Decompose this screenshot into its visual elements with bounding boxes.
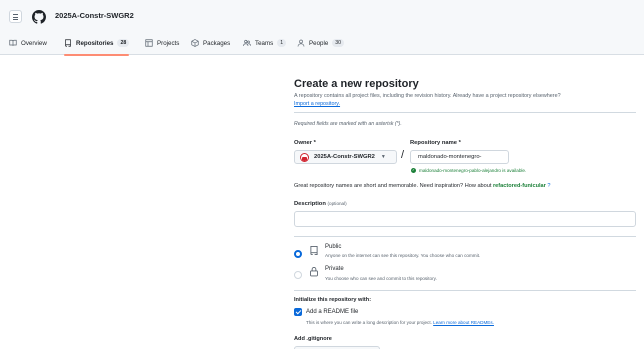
description-label: Description (optional) bbox=[294, 201, 347, 207]
add-readme-label[interactable]: Add a README file bbox=[306, 309, 358, 315]
description-input[interactable] bbox=[294, 211, 636, 227]
divider bbox=[294, 112, 636, 113]
owner-value: 2025A-Constr-SWGR2 bbox=[314, 154, 375, 160]
package-icon bbox=[191, 39, 199, 47]
repo-name-label: Repository name * bbox=[410, 140, 461, 146]
name-suggestion-hint: Great repository names are short and mem… bbox=[294, 183, 551, 189]
import-repository-link[interactable]: Import a repository. bbox=[294, 101, 340, 107]
suggested-name-link[interactable]: refactored-funicular bbox=[493, 183, 546, 189]
lock-icon bbox=[310, 267, 318, 277]
hint-suffix: ? bbox=[547, 183, 551, 189]
page-title: Create a new repository bbox=[294, 78, 419, 90]
gitignore-title: Add .gitignore bbox=[294, 336, 332, 342]
table-icon bbox=[145, 39, 153, 47]
owner-select[interactable]: 2025A-Constr-SWGR2 ▼ bbox=[294, 150, 397, 164]
public-description: Anyone on the internet can see this repo… bbox=[325, 253, 481, 258]
github-logo-icon[interactable] bbox=[32, 10, 46, 24]
tab-label: People bbox=[309, 39, 329, 47]
required-fields-note: Required fields are marked with an aster… bbox=[294, 121, 402, 127]
learn-readme-link[interactable]: Learn more about READMEs. bbox=[433, 320, 494, 325]
tab-teams[interactable]: Teams 1 bbox=[243, 31, 287, 55]
org-name[interactable]: 2025A-Constr-SWGR2 bbox=[55, 11, 134, 20]
repositories-count: 28 bbox=[117, 39, 130, 47]
private-radio[interactable] bbox=[294, 271, 302, 279]
public-title: Public bbox=[325, 244, 342, 250]
person-icon bbox=[297, 39, 305, 47]
readme-description-text: This is where you can write a long descr… bbox=[306, 320, 432, 325]
repo-name-input[interactable] bbox=[410, 150, 509, 164]
private-title: Private bbox=[325, 266, 344, 272]
tab-label: Packages bbox=[203, 39, 231, 47]
page-description: A repository contains all project files,… bbox=[294, 93, 561, 99]
hamburger-menu-icon[interactable] bbox=[9, 10, 22, 23]
check-circle-icon: ✓ bbox=[411, 168, 416, 173]
public-radio[interactable] bbox=[294, 250, 302, 258]
availability-text: maldonado-montenegro-pablo-alejandro is … bbox=[419, 168, 527, 173]
availability-message: ✓ maldonado-montenegro-pablo-alejandro i… bbox=[411, 168, 526, 173]
book-icon bbox=[9, 39, 17, 46]
optional-tag: (optional) bbox=[327, 201, 347, 206]
tab-label: Overview bbox=[21, 39, 47, 47]
tab-projects[interactable]: Projects bbox=[145, 31, 179, 55]
teams-count: 1 bbox=[277, 39, 287, 47]
repo-icon bbox=[65, 39, 71, 47]
owner-repo-separator: / bbox=[401, 149, 405, 161]
tab-repositories[interactable]: Repositories 28 bbox=[64, 31, 130, 56]
tab-label: Repositories bbox=[76, 39, 114, 47]
readme-description: This is where you can write a long descr… bbox=[306, 320, 494, 325]
hint-text: Great repository names are short and mem… bbox=[294, 183, 492, 189]
owner-avatar bbox=[300, 152, 309, 162]
divider bbox=[294, 290, 636, 291]
tab-overview[interactable]: Overview bbox=[9, 31, 47, 55]
private-description: You choose who can see and commit to thi… bbox=[325, 276, 437, 281]
chevron-down-icon: ▼ bbox=[380, 154, 386, 160]
top-bar: 2025A-Constr-SWGR2 bbox=[0, 0, 644, 31]
divider bbox=[294, 236, 636, 237]
people-icon bbox=[243, 39, 251, 47]
owner-label: Owner * bbox=[294, 140, 316, 146]
tab-label: Projects bbox=[157, 39, 180, 47]
org-nav: Overview Repositories 28 Projects Packag… bbox=[0, 31, 644, 56]
initialize-title: Initialize this repository with: bbox=[294, 297, 372, 303]
description-label-text: Description bbox=[294, 201, 326, 207]
add-readme-checkbox[interactable] bbox=[294, 308, 302, 316]
repo-icon bbox=[310, 246, 318, 255]
people-count: 30 bbox=[332, 39, 345, 47]
tab-label: Teams bbox=[255, 39, 274, 47]
tab-packages[interactable]: Packages bbox=[191, 31, 230, 55]
tab-people[interactable]: People 30 bbox=[297, 31, 345, 55]
